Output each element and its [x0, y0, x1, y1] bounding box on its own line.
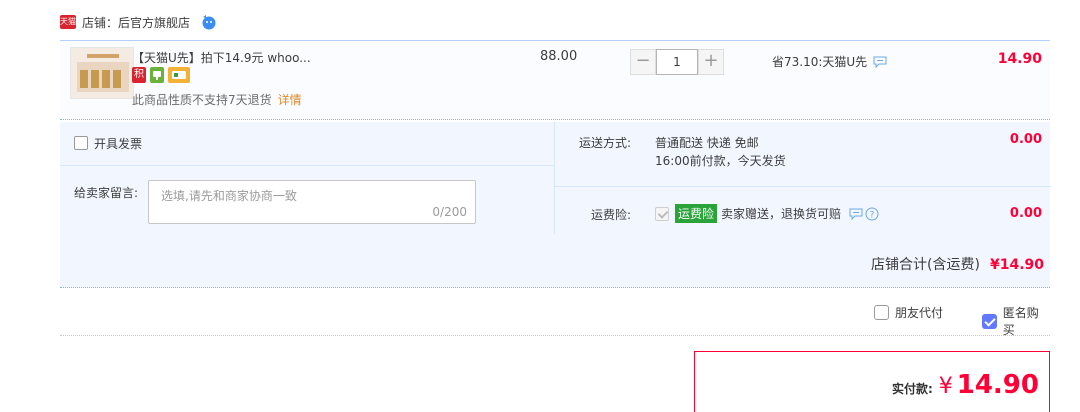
invoice-checkbox[interactable]: [74, 136, 88, 150]
card-icon: [168, 67, 190, 83]
friend-pay-option[interactable]: 朋友代付: [874, 304, 943, 321]
purchase-options: 朋友代付 匿名购买: [60, 290, 1050, 338]
wangwang-icon[interactable]: [200, 14, 216, 30]
payment-amount: 14.90: [956, 370, 1039, 400]
payment-label: 实付款:: [891, 382, 933, 396]
invoice-message-section: 开具发票 给卖家留言: 选填,请先和商家协商一致 0/200: [60, 122, 554, 234]
message-char-count: 0/200: [432, 205, 467, 219]
shipping-fee: 0.00: [1009, 132, 1042, 147]
return-policy-text: 此商品性质不支持7天退货: [132, 93, 272, 107]
message-input[interactable]: 选填,请先和商家协商一致 0/200: [148, 180, 476, 224]
item-subtotal: 14.90: [997, 51, 1042, 67]
insurance-badge: 运费险: [675, 204, 718, 223]
quantity-stepper: − 1 +: [630, 49, 724, 75]
anonymous-label: 匿名购买: [1002, 306, 1039, 337]
shop-header: 天猫 店铺：后官方旗舰店: [60, 12, 216, 32]
detail-link[interactable]: 详情: [278, 93, 302, 107]
currency-symbol: ¥: [938, 374, 953, 399]
chat-badge-icon: [150, 67, 164, 83]
help-icon[interactable]: ?: [865, 207, 879, 221]
payment-amount-row: 实付款: ¥ 14.90: [892, 370, 1039, 400]
svg-text:?: ?: [870, 210, 875, 220]
tmall-logo-icon: 天猫: [60, 15, 76, 29]
unit-price: 88.00: [540, 49, 578, 64]
shipping-label: 运送方式:: [579, 136, 632, 150]
service-badges: 积: [132, 67, 190, 83]
shop-total: 店铺合计(含运费) ¥14.90: [871, 254, 1044, 274]
insurance-label: 运费险:: [591, 208, 632, 222]
order-extras-panel: 开具发票 给卖家留言: 选填,请先和商家协商一致 0/200 运送方式: 普通配…: [60, 122, 1051, 288]
return-policy-note: 此商品性质不支持7天退货 详情: [132, 91, 302, 108]
shipping-section: 运送方式: 普通配送 快递 免邮 16:00前付款，今天发货 0.00 运费险:…: [554, 122, 1051, 234]
message-placeholder: 选填,请先和商家协商一致: [161, 189, 297, 203]
friend-pay-label: 朋友代付: [895, 306, 944, 320]
insurance-option: 运费险 卖家赠送，退换货可赔 ?: [655, 204, 879, 223]
message-label: 给卖家留言:: [74, 186, 139, 200]
product-title[interactable]: 【天猫U先】拍下14.9元 whoo...: [132, 49, 332, 66]
qty-increase-button[interactable]: +: [698, 49, 724, 75]
shop-name[interactable]: 店铺：后官方旗舰店: [82, 14, 190, 31]
insurance-fee: 0.00: [1009, 206, 1042, 221]
invoice-label: 开具发票: [94, 136, 143, 151]
quantity-input[interactable]: 1: [656, 49, 698, 75]
qty-decrease-button[interactable]: −: [630, 49, 656, 75]
insurance-checkbox: [655, 206, 669, 221]
speech-bubble-icon[interactable]: [873, 56, 887, 68]
discount-info: 省73.10:天猫U先: [772, 53, 887, 70]
product-thumbnail[interactable]: [70, 47, 134, 99]
speech-bubble-icon[interactable]: [849, 208, 863, 220]
discount-text: 省73.10:天猫U先: [772, 55, 868, 69]
friend-pay-checkbox[interactable]: [874, 305, 889, 320]
order-item-row: 【天猫U先】拍下14.9元 whoo... 积 此商品性质不支持7天退货 详情 8…: [60, 40, 1050, 120]
anonymous-checkbox[interactable]: [982, 313, 997, 329]
shop-total-label: 店铺合计(含运费): [871, 257, 980, 273]
divider: [60, 165, 554, 166]
shipping-method: 普通配送 快递 免邮: [655, 136, 759, 150]
shipping-eta: 16:00前付款，今天发货: [655, 154, 786, 168]
divider: [555, 186, 1051, 187]
shop-total-amount: ¥14.90: [989, 257, 1044, 273]
insurance-text: 卖家赠送，退换货可赔: [721, 207, 842, 221]
anonymous-option[interactable]: 匿名购买: [982, 304, 1050, 338]
invoice-option[interactable]: 开具发票: [74, 134, 142, 152]
payment-summary: 实付款: ¥ 14.90: [694, 351, 1050, 412]
points-badge: 积: [132, 67, 146, 83]
